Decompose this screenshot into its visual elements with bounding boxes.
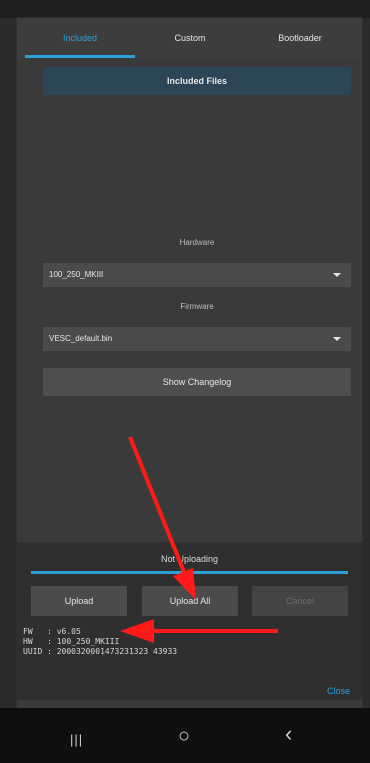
firmware-label: Firmware — [180, 302, 214, 311]
firmware-dialog: Included Custom Bootloader Included File… — [17, 18, 362, 708]
status-bar — [0, 0, 370, 18]
hardware-label: Hardware — [179, 238, 215, 247]
upload-status-label: Not Uploading — [160, 554, 219, 564]
upload-all-button[interactable]: Upload All — [142, 586, 238, 616]
hw-version-line: HW : 100_250_MKIII — [23, 637, 120, 646]
show-changelog-button[interactable]: Show Changelog — [43, 368, 351, 396]
back-icon[interactable]: ‹ — [285, 723, 292, 745]
tab-bar: Included Custom Bootloader — [17, 18, 362, 58]
recent-apps-icon[interactable]: ||| — [70, 732, 83, 748]
upload-panel: Not Uploading Upload Upload All Cancel F… — [17, 542, 362, 700]
dropdown-arrow-icon — [333, 273, 341, 277]
included-files-header: Included Files — [43, 67, 351, 95]
dropdown-arrow-icon — [333, 337, 341, 341]
hardware-select[interactable]: 100_250_MKIII — [43, 263, 351, 287]
hardware-select-value: 100_250_MKIII — [49, 270, 104, 279]
fw-version-line: FW : v6.05 — [23, 627, 81, 636]
uuid-line: UUID : 2000320001473231323 43933 — [23, 647, 178, 656]
home-icon[interactable]: ○ — [178, 726, 190, 746]
firmware-select[interactable]: VESC_default.bin — [43, 327, 351, 351]
tab-bootloader[interactable]: Bootloader — [245, 18, 355, 58]
system-nav-bar: ||| ○ ‹ — [0, 708, 370, 763]
tab-custom[interactable]: Custom — [135, 18, 245, 58]
close-button[interactable]: Close — [327, 686, 350, 696]
upload-progress-bar — [31, 571, 348, 574]
tab-included[interactable]: Included — [25, 18, 135, 58]
tab-indicator — [25, 55, 135, 58]
firmware-info: FW : v6.05 HW : 100_250_MKIII UUID : 200… — [23, 627, 177, 657]
upload-button[interactable]: Upload — [31, 586, 127, 616]
firmware-select-value: VESC_default.bin — [49, 334, 113, 343]
cancel-button[interactable]: Cancel — [252, 586, 348, 616]
